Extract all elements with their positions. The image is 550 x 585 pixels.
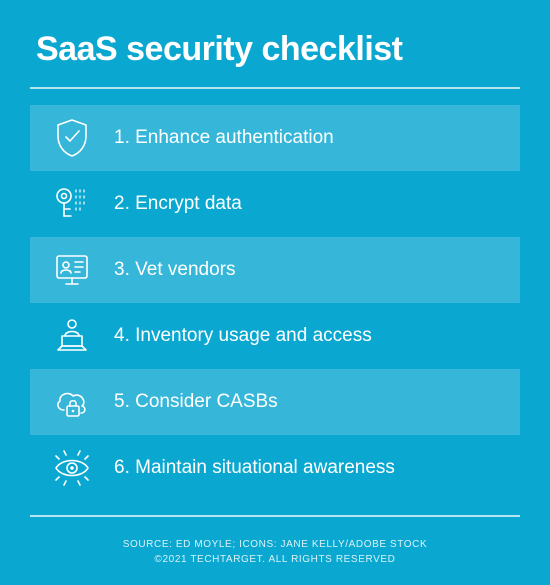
checklist-item-label: 4. Inventory usage and access — [104, 325, 372, 347]
infographic-card: SaaS security checklist 1. Enhance authe… — [0, 0, 550, 585]
checklist-item-1: 1. Enhance authentication — [30, 105, 520, 171]
key-data-icon — [40, 182, 104, 226]
checklist-item-label: 5. Consider CASBs — [104, 391, 278, 413]
eye-awareness-icon — [40, 446, 104, 490]
checklist-item-3: 3. Vet vendors — [30, 237, 520, 303]
checklist-item-label: 3. Vet vendors — [104, 259, 235, 281]
divider-bottom — [30, 515, 520, 517]
checklist-item-label: 1. Enhance authentication — [104, 127, 334, 149]
monitor-profile-icon — [40, 248, 104, 292]
user-laptop-icon — [40, 314, 104, 358]
footer-line-1: SOURCE: ED MOYLE; ICONS: JANE KELLY/ADOB… — [123, 539, 428, 550]
checklist-item-label: 6. Maintain situational awareness — [104, 457, 395, 479]
checklist-item-label: 2. Encrypt data — [104, 193, 242, 215]
cloud-lock-icon — [40, 380, 104, 424]
checklist-item-2: 2. Encrypt data — [30, 171, 520, 237]
shield-check-icon — [40, 116, 104, 160]
divider-top — [30, 87, 520, 89]
footer-credits: SOURCE: ED MOYLE; ICONS: JANE KELLY/ADOB… — [30, 537, 520, 567]
page-title: SaaS security checklist — [36, 30, 520, 69]
checklist: 1. Enhance authentication — [30, 105, 520, 501]
footer-line-2: ©2021 TECHTARGET. ALL RIGHTS RESERVED — [30, 552, 520, 567]
checklist-item-5: 5. Consider CASBs — [30, 369, 520, 435]
checklist-item-4: 4. Inventory usage and access — [30, 303, 520, 369]
checklist-item-6: 6. Maintain situational awareness — [30, 435, 520, 501]
